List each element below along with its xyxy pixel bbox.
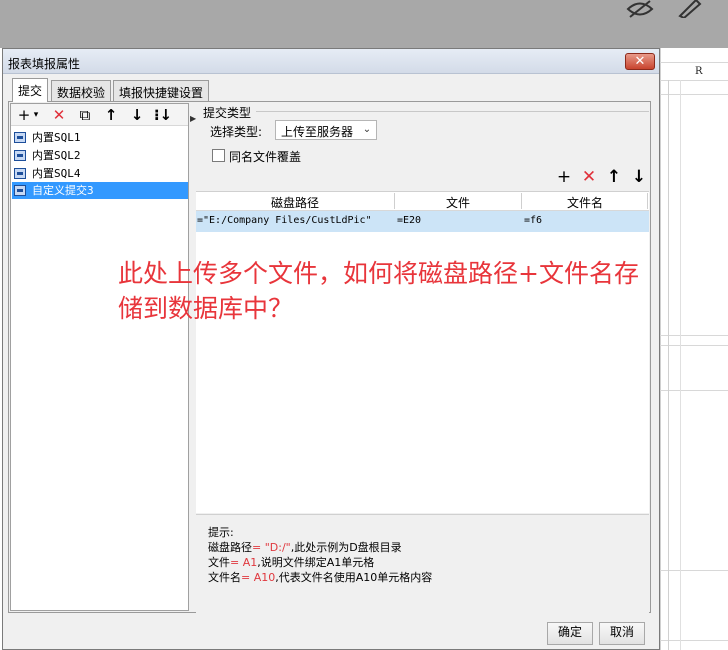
delete-icon[interactable]: ✕ xyxy=(50,104,68,126)
column-header-disk-path[interactable]: 磁盘路径 xyxy=(196,194,394,211)
tab-submit[interactable]: 提交 xyxy=(12,78,49,102)
sql-icon xyxy=(14,168,26,179)
eye-off-icon[interactable] xyxy=(626,0,660,18)
add-dropdown-icon[interactable]: ▾ xyxy=(31,104,41,126)
close-button[interactable]: ✕ xyxy=(625,53,655,70)
list-item-label: 内置SQL2 xyxy=(32,149,81,162)
tab-shortcut-settings[interactable]: 填报快捷键设置 xyxy=(113,80,210,101)
group-divider xyxy=(256,111,649,112)
background-grid-line xyxy=(660,335,728,336)
background-grid-line xyxy=(660,94,728,95)
overwrite-same-name-checkbox[interactable] xyxy=(212,149,225,162)
background-grid-line xyxy=(668,80,669,650)
ok-button[interactable]: 确定 xyxy=(547,622,593,645)
copy-icon[interactable]: ⧉ xyxy=(76,104,94,126)
move-row-up-icon[interactable]: ↑ xyxy=(604,166,624,188)
background-grid-line xyxy=(660,80,728,81)
select-type-label: 选择类型: xyxy=(210,125,263,139)
more-options-icon[interactable]: ⁝↓ xyxy=(152,104,174,126)
tip-disk-path: 磁盘路径= "D:/",此处示例为D盘根目录 xyxy=(208,541,402,554)
column-header-file-name[interactable]: 文件名 xyxy=(522,194,648,211)
tip-file-name: 文件名= A10,代表文件名使用A10单元格内容 xyxy=(208,571,433,584)
chevron-down-icon[interactable]: ⌄ xyxy=(359,121,375,139)
background-grid-line xyxy=(660,390,728,391)
delete-row-icon[interactable]: ✕ xyxy=(579,166,599,188)
file-upload-table xyxy=(196,191,649,513)
list-item-label: 自定义提交3 xyxy=(32,184,94,197)
column-separator[interactable] xyxy=(647,193,648,209)
move-up-icon[interactable]: ↑ xyxy=(102,104,120,126)
list-item[interactable]: 内置SQL2 xyxy=(12,147,188,164)
move-row-down-icon[interactable]: ↓ xyxy=(629,166,649,188)
sql-icon xyxy=(14,150,26,161)
background-grid-line xyxy=(660,345,728,346)
overwrite-same-name-label[interactable]: 同名文件覆盖 xyxy=(229,148,301,165)
move-down-icon[interactable]: ↓ xyxy=(128,104,146,126)
dialog-titlebar[interactable] xyxy=(3,49,659,74)
list-item-label: 内置SQL4 xyxy=(32,167,81,180)
tip-file: 文件= A1,说明文件绑定A1单元格 xyxy=(208,556,375,569)
submit-type-group-title: 提交类型 xyxy=(203,106,252,120)
sql-icon xyxy=(14,132,26,143)
annotation-line-1: 此处上传多个文件，如何将磁盘路径+文件名存 xyxy=(118,259,639,288)
list-item[interactable]: 内置SQL4 xyxy=(12,165,188,182)
add-icon[interactable]: + xyxy=(16,104,32,126)
background-grid-line xyxy=(660,570,728,571)
cell-file[interactable]: =E20 xyxy=(397,215,421,226)
tab-data-validation[interactable]: 数据校验 xyxy=(51,80,112,101)
annotation-line-2: 储到数据库中？ xyxy=(118,294,294,323)
column-header-file[interactable]: 文件 xyxy=(395,194,521,211)
cell-disk-path[interactable]: ="E:/Company Files/CustLdPic" xyxy=(197,215,372,226)
column-header-r[interactable]: R xyxy=(695,66,703,77)
cancel-button[interactable]: 取消 xyxy=(599,622,645,645)
custom-submit-icon xyxy=(14,185,26,196)
background-toolbar-area xyxy=(0,0,728,48)
cell-file-name[interactable]: =f6 xyxy=(524,215,542,226)
background-grid-line xyxy=(680,80,681,650)
question-annotation: 此处上传多个文件，如何将磁盘路径+文件名存 储到数据库中？ xyxy=(118,256,718,326)
submit-type-select-value: 上传至服务器 xyxy=(281,125,354,139)
splitter-collapse-icon[interactable]: ▶ xyxy=(190,114,196,123)
background-grid-line xyxy=(660,640,728,641)
list-item-selected[interactable]: 自定义提交3 xyxy=(12,182,188,199)
add-row-icon[interactable]: + xyxy=(554,166,574,188)
background-spreadsheet xyxy=(660,48,728,650)
dialog-title: 报表填报属性 xyxy=(8,57,81,71)
list-item[interactable]: 内置SQL1 xyxy=(12,129,188,146)
pencil-icon[interactable] xyxy=(676,0,702,20)
background-grid-line xyxy=(660,62,728,63)
list-item-label: 内置SQL1 xyxy=(32,131,81,144)
tips-title: 提示: xyxy=(208,526,234,539)
